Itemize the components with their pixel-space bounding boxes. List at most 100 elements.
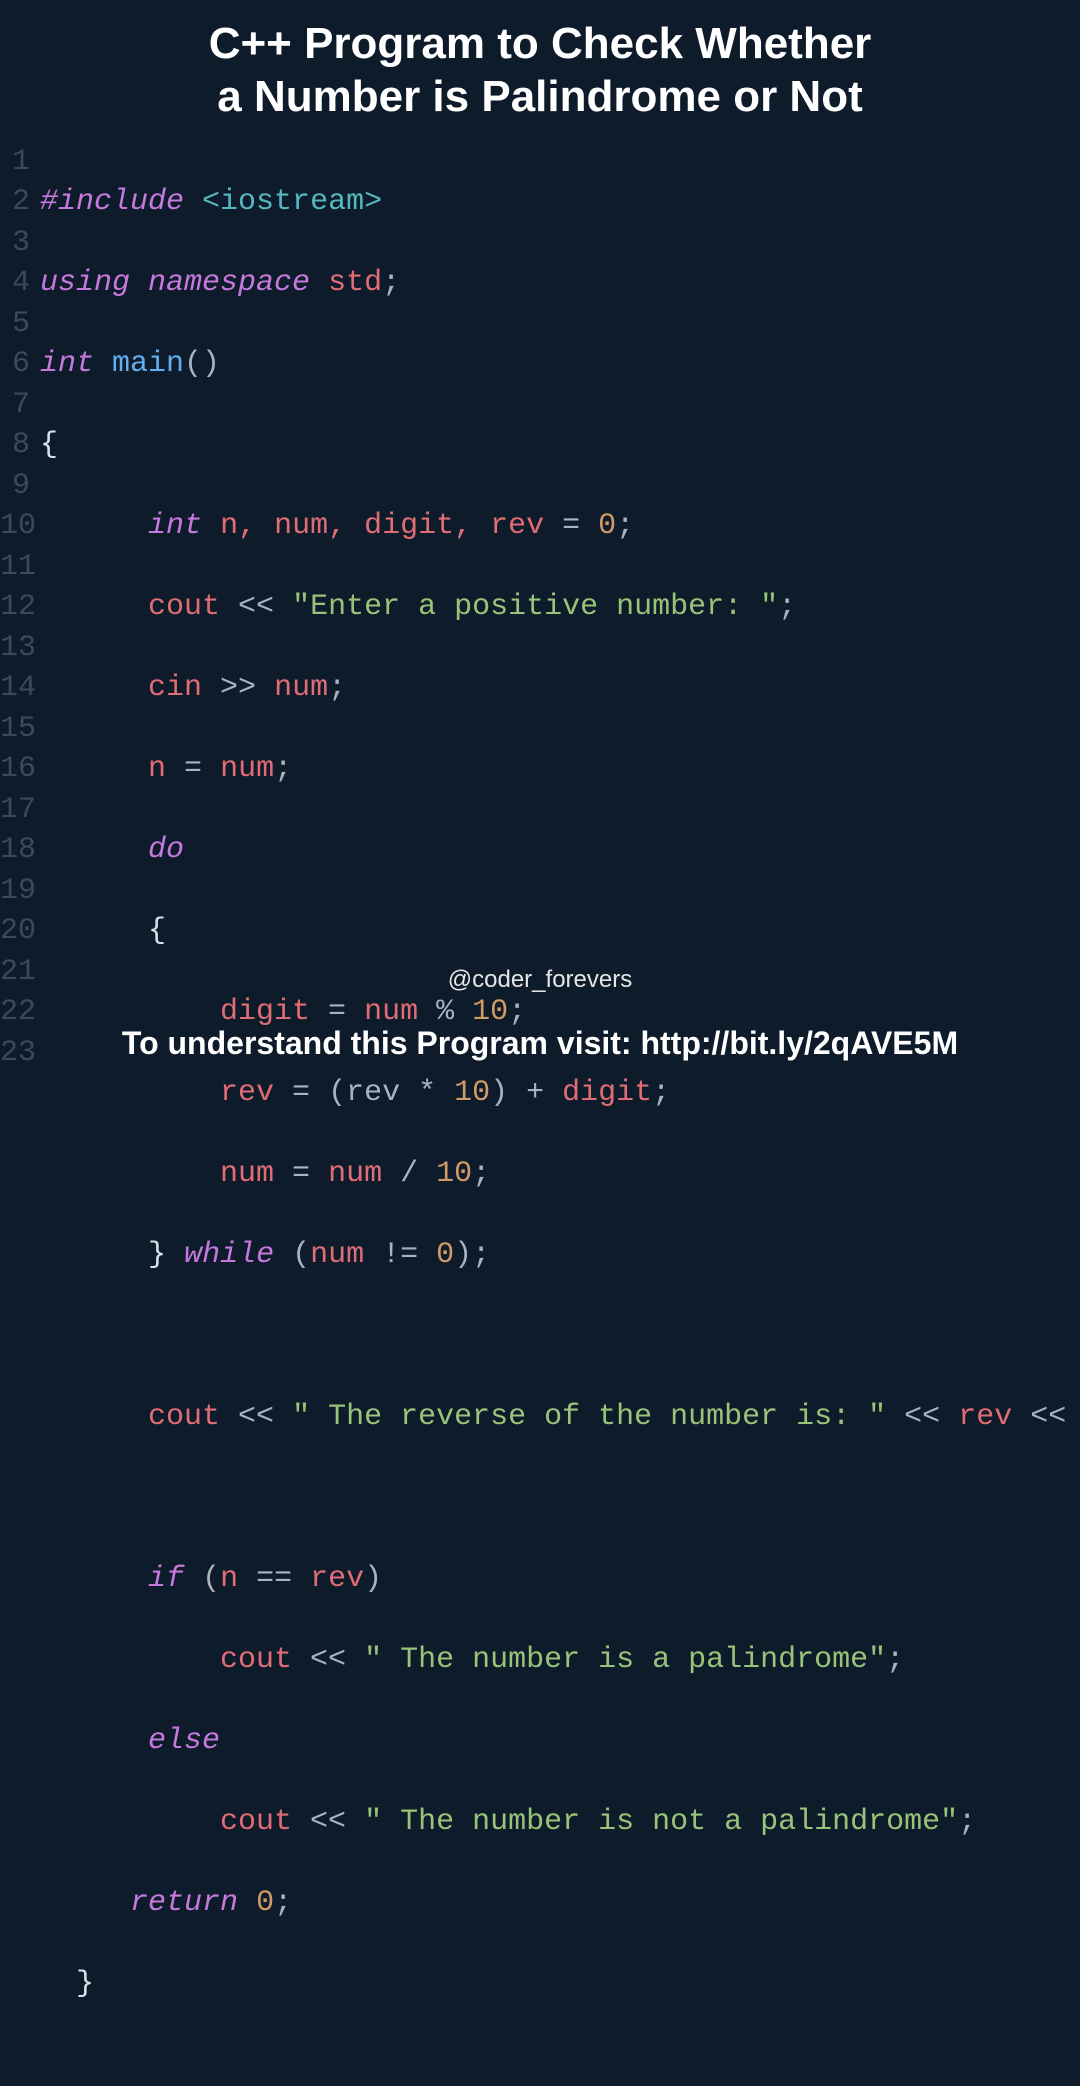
- token-op: <<: [1012, 1400, 1080, 1434]
- code-line: cout << " The number is a palindrome";: [40, 1640, 1080, 1681]
- token-type: int: [40, 347, 94, 381]
- token-keyword: using: [40, 266, 130, 300]
- token-op: !=: [364, 1238, 436, 1272]
- token-id: n: [148, 752, 166, 786]
- line-number: 2: [0, 182, 30, 223]
- line-number: 21: [0, 952, 30, 993]
- line-number: 7: [0, 385, 30, 426]
- token-id: cout: [220, 1805, 292, 1839]
- token-op: =: [166, 752, 220, 786]
- token-op: =: [544, 509, 598, 543]
- token-id: cout: [220, 1643, 292, 1677]
- token-op: <<: [220, 590, 292, 624]
- token-keyword: while: [184, 1238, 274, 1272]
- line-number: 10: [0, 506, 30, 547]
- footer-text: To understand this Program visit: http:/…: [0, 1025, 1080, 1062]
- line-number: 12: [0, 587, 30, 628]
- token-op: %: [418, 995, 472, 1029]
- token-id: digit: [562, 1076, 652, 1110]
- token-op: >>: [202, 671, 274, 705]
- token-keyword: do: [148, 833, 184, 867]
- token-id: num: [220, 1157, 274, 1191]
- token-op: /: [382, 1157, 436, 1191]
- token-keyword: return: [130, 1886, 238, 1920]
- title-line-2: a Number is Palindrome or Not: [217, 72, 862, 121]
- token-function: main: [112, 347, 184, 381]
- token-id: cin: [148, 671, 202, 705]
- code-line: }: [40, 1964, 1080, 2005]
- token-id: num: [364, 995, 418, 1029]
- code-line: {: [40, 911, 1080, 952]
- line-number: 6: [0, 344, 30, 385]
- line-number: 18: [0, 830, 30, 871]
- code-line: cout << "Enter a positive number: ";: [40, 587, 1080, 628]
- code-line: return 0;: [40, 1883, 1080, 1924]
- code-line: [40, 1316, 1080, 1357]
- code-content: #include <iostream> using namespace std;…: [40, 142, 1080, 2086]
- token-number: 10: [454, 1076, 490, 1110]
- token-op: =: [310, 995, 364, 1029]
- token-id: digit: [220, 995, 310, 1029]
- code-line: #include <iostream>: [40, 182, 1080, 223]
- token-number: 0: [436, 1238, 454, 1272]
- token-id: n: [220, 1562, 238, 1596]
- line-number: 9: [0, 466, 30, 507]
- line-number: 8: [0, 425, 30, 466]
- token-op: <<: [220, 1400, 292, 1434]
- page-title: C++ Program to Check Whether a Number is…: [0, 0, 1080, 134]
- code-line: rev = (rev * 10) + digit;: [40, 1073, 1080, 1114]
- line-number: 17: [0, 790, 30, 831]
- title-line-1: C++ Program to Check Whether: [209, 19, 872, 68]
- token-id: rev: [958, 1400, 1012, 1434]
- code-line: int n, num, digit, rev = 0;: [40, 506, 1080, 547]
- token-op: <<: [886, 1400, 958, 1434]
- token-id: num: [310, 1238, 364, 1272]
- token-keyword: #include: [40, 185, 184, 219]
- code-line: do: [40, 830, 1080, 871]
- token-number: 10: [472, 995, 508, 1029]
- code-line: using namespace std;: [40, 263, 1080, 304]
- line-number: 15: [0, 709, 30, 750]
- token-punct: (rev *: [328, 1076, 454, 1110]
- token-op: =: [274, 1076, 328, 1110]
- line-number: 13: [0, 628, 30, 669]
- token-id: num: [274, 671, 328, 705]
- line-number: 1: [0, 142, 30, 183]
- token-string: " The number is a palindrome": [364, 1643, 886, 1677]
- code-line: {: [40, 425, 1080, 466]
- watermark-handle: @coder_forevers: [448, 966, 632, 994]
- token-id: cout: [148, 1400, 220, 1434]
- token-id: num: [328, 1157, 382, 1191]
- token-keyword: else: [148, 1724, 220, 1758]
- code-line: cout << " The number is not a palindrome…: [40, 1802, 1080, 1843]
- token-id: cout: [148, 590, 220, 624]
- token-id: n, num, digit, rev: [220, 509, 544, 543]
- line-number: 20: [0, 911, 30, 952]
- code-line: int main(): [40, 344, 1080, 385]
- token-number: 0: [598, 509, 616, 543]
- code-line: cin >> num;: [40, 668, 1080, 709]
- line-number: 14: [0, 668, 30, 709]
- token-header: <iostream>: [202, 185, 382, 219]
- token-type: int: [148, 509, 202, 543]
- line-number: 4: [0, 263, 30, 304]
- code-line: num = num / 10;: [40, 1154, 1080, 1195]
- line-number: 5: [0, 304, 30, 345]
- token-string: "Enter a positive number: ": [292, 590, 778, 624]
- line-number-gutter: 1 2 3 4 5 6 7 8 9 10 11 12 13 14 15 16 1…: [0, 142, 40, 2086]
- token-keyword: if: [148, 1562, 184, 1596]
- token-id: num: [220, 752, 274, 786]
- code-line: else: [40, 1721, 1080, 1762]
- line-number: 3: [0, 223, 30, 264]
- line-number: 11: [0, 547, 30, 588]
- token-op: ==: [238, 1562, 310, 1596]
- line-number: 16: [0, 749, 30, 790]
- code-line: } while (num != 0);: [40, 1235, 1080, 1276]
- token-punct: ) +: [490, 1076, 562, 1110]
- token-id: rev: [310, 1562, 364, 1596]
- token-number: 0: [256, 1886, 274, 1920]
- token-string: " The number is not a palindrome": [364, 1805, 958, 1839]
- code-line: n = num;: [40, 749, 1080, 790]
- token-op: =: [274, 1157, 328, 1191]
- code-line: cout << " The reverse of the number is: …: [40, 1397, 1080, 1438]
